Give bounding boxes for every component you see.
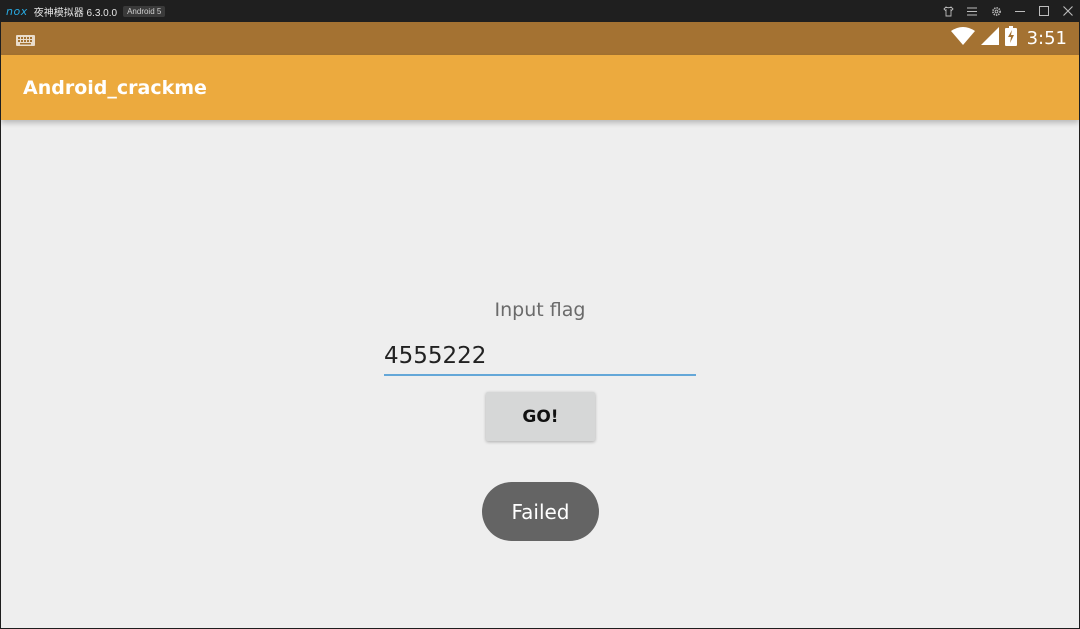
battery-charging-icon <box>1004 26 1017 51</box>
gear-icon[interactable] <box>990 5 1002 17</box>
failed-toast: Failed <box>482 482 599 541</box>
nox-logo: nox <box>6 4 28 18</box>
input-flag-label: Input flag <box>494 299 586 321</box>
app-bar: Android_crackme <box>1 55 1079 120</box>
emulator-title-bar: nox 夜神模拟器 6.3.0.0 Android 5 <box>0 0 1080 22</box>
status-icons: 3:51 <box>950 22 1067 55</box>
menu-icon[interactable] <box>966 5 978 17</box>
maximize-icon[interactable] <box>1038 5 1050 17</box>
keyboard-icon <box>16 33 35 46</box>
signal-icon <box>980 27 999 50</box>
android-screen: 3:51 Android_crackme Input flag GO! Fail… <box>1 22 1079 628</box>
status-bar: 3:51 <box>1 22 1079 55</box>
wifi-icon <box>950 27 975 50</box>
flag-input[interactable] <box>384 338 696 376</box>
emulator-title: 夜神模拟器 6.3.0.0 <box>33 7 118 19</box>
close-icon[interactable] <box>1062 5 1074 17</box>
shirt-icon[interactable] <box>942 5 954 17</box>
window-controls <box>942 0 1074 22</box>
android-version-badge: Android 5 <box>123 5 166 17</box>
go-button[interactable]: GO! <box>486 392 595 441</box>
app-title: Android_crackme <box>23 77 207 99</box>
status-clock: 3:51 <box>1026 28 1067 49</box>
minimize-icon[interactable] <box>1014 5 1026 17</box>
